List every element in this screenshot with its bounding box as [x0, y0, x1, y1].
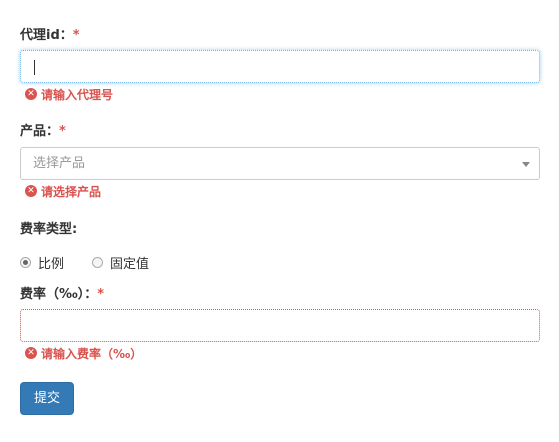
radio-option-fixed[interactable]: 固定值: [92, 253, 149, 272]
agent-id-input[interactable]: [20, 50, 540, 83]
radio-label-ratio: 比例: [38, 256, 65, 272]
rate-config-form: 代理id：* ✕ 请输入代理号 产品：* 选择产品 ✕ 请选择产品 费率类型: …: [0, 0, 559, 442]
radio-option-ratio[interactable]: 比例: [20, 253, 64, 272]
rate-error-text: 请输入费率（‰）: [41, 346, 143, 361]
rate-type-radio-group: 比例 固定值: [20, 253, 177, 272]
product-label: 产品：*: [20, 124, 66, 140]
product-select-placeholder: 选择产品: [33, 156, 86, 171]
radio-label-fixed: 固定值: [110, 256, 150, 272]
rate-error: ✕ 请输入费率（‰）: [25, 345, 142, 361]
text-caret: [34, 60, 35, 75]
rate-type-label: 费率类型:: [20, 222, 77, 238]
radio-checked-icon[interactable]: [20, 256, 31, 268]
chevron-down-icon: [522, 162, 530, 167]
error-circle-icon: ✕: [25, 347, 37, 359]
rate-label-text: 费率（‰）：: [20, 287, 98, 302]
error-circle-icon: ✕: [25, 185, 37, 197]
agent-id-label: 代理id：*: [20, 28, 80, 44]
error-circle-icon: ✕: [25, 88, 37, 100]
rate-type-label-text: 费率类型:: [20, 222, 78, 237]
product-error-text: 请选择产品: [41, 184, 102, 199]
rate-input[interactable]: [20, 309, 540, 342]
rate-label: 费率（‰）：*: [20, 287, 104, 303]
agent-id-error-text: 请输入代理号: [41, 87, 114, 102]
submit-button[interactable]: 提交: [20, 382, 74, 415]
required-mark: *: [72, 28, 80, 43]
product-select[interactable]: 选择产品: [20, 147, 540, 180]
required-mark: *: [59, 124, 66, 139]
agent-id-error: ✕ 请输入代理号: [25, 86, 113, 102]
required-mark: *: [97, 287, 105, 302]
agent-id-label-text: 代理id：: [20, 28, 73, 43]
radio-unchecked-icon[interactable]: [92, 256, 104, 268]
product-label-text: 产品：: [20, 124, 60, 139]
product-error: ✕ 请选择产品: [25, 183, 101, 199]
